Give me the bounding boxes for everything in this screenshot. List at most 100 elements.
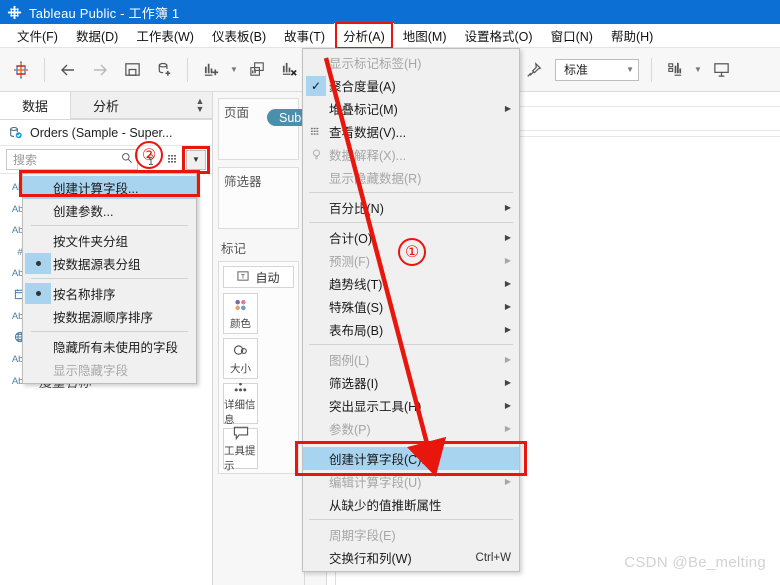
menu-item-forecast[interactable]: 预测(F) ▶ bbox=[303, 249, 519, 272]
data-pane-menu-caret-icon[interactable]: ▼ bbox=[182, 145, 210, 174]
chevron-right-icon: ▶ bbox=[504, 104, 511, 113]
menu-item-show-hidden-data[interactable]: 显示隐藏数据(R) bbox=[303, 166, 519, 189]
menu-item-legends[interactable]: 图例(L) ▶ bbox=[303, 348, 519, 371]
sort-icon[interactable] bbox=[142, 150, 160, 170]
menu-item-cycle-fields[interactable]: 周期字段(E) bbox=[303, 523, 519, 546]
menu-file[interactable]: 文件(F) bbox=[8, 23, 67, 48]
group-list-icon[interactable] bbox=[164, 150, 182, 170]
presentation-mode-icon[interactable] bbox=[706, 55, 736, 85]
data-source-label: Orders (Sample - Super... bbox=[30, 125, 173, 140]
mark-property-grid: 颜色 大小 详细信息 工具提示 bbox=[223, 293, 294, 472]
menu-item-explain-data[interactable]: 数据解释(X)... bbox=[303, 143, 519, 166]
fit-select[interactable]: 标准 ▼ bbox=[555, 58, 639, 81]
pin-icon[interactable] bbox=[519, 55, 549, 85]
new-worksheet-caret-icon[interactable]: ▼ bbox=[228, 55, 240, 85]
data-menu-show-hidden-fields[interactable]: 显示隐藏字段 bbox=[23, 358, 196, 381]
data-menu-hide-all-unused-fields[interactable]: 隐藏所有未使用的字段 bbox=[23, 335, 196, 358]
marks-color-button[interactable]: 颜色 bbox=[223, 293, 258, 334]
tab-analytics[interactable]: 分析 bbox=[70, 92, 142, 119]
menu-separator bbox=[309, 192, 513, 193]
filters-shelf-label: 筛选器 bbox=[224, 175, 262, 189]
lightbulb-icon bbox=[303, 148, 329, 161]
menu-window[interactable]: 窗口(N) bbox=[542, 23, 602, 48]
back-arrow-icon[interactable] bbox=[53, 55, 83, 85]
menu-item-label: 显示隐藏数据(R) bbox=[329, 172, 422, 186]
menu-story[interactable]: 故事(T) bbox=[275, 23, 334, 48]
menu-item-highlighters[interactable]: 突出显示工具(H) ▶ bbox=[303, 394, 519, 417]
chevron-right-icon: ▶ bbox=[504, 424, 511, 433]
menu-item-label: 按数据源顺序排序 bbox=[53, 311, 154, 325]
menu-item-create-calculated-field[interactable]: 创建计算字段(C)... bbox=[295, 441, 527, 476]
menu-item-label: 编辑计算字段(U) bbox=[329, 476, 422, 490]
menu-item-label: 按文件夹分组 bbox=[53, 235, 129, 249]
menu-item-infer-properties[interactable]: 从缺少的值推断属性 bbox=[303, 493, 519, 516]
menu-item-percentage[interactable]: 百分比(N) ▶ bbox=[303, 196, 519, 219]
filters-shelf[interactable]: 筛选器 bbox=[218, 167, 299, 229]
menu-gutter bbox=[23, 283, 53, 304]
window-title-bar: Tableau Public - 工作簿 1 bbox=[0, 0, 780, 24]
tab-spacer bbox=[141, 92, 188, 119]
menu-data[interactable]: 数据(D) bbox=[67, 23, 127, 48]
menu-item-table-layout[interactable]: 表布局(B) ▶ bbox=[303, 318, 519, 341]
marks-color-label: 颜色 bbox=[230, 318, 251, 330]
menu-item-aggregate-measures[interactable]: ✓ 聚合度量(A) bbox=[303, 74, 519, 97]
chevron-right-icon: ▶ bbox=[504, 378, 511, 387]
menu-separator bbox=[31, 331, 188, 332]
marks-detail-button[interactable]: 详细信息 bbox=[223, 382, 258, 426]
marks-tooltip-label: 工具提示 bbox=[224, 444, 256, 472]
clear-sheet-icon[interactable] bbox=[274, 55, 304, 85]
tab-data[interactable]: 数据 bbox=[0, 92, 71, 119]
data-menu-sort-by-datasource-order[interactable]: 按数据源顺序排序 bbox=[23, 305, 196, 328]
marks-tooltip-button[interactable]: 工具提示 bbox=[223, 426, 258, 472]
marks-size-button[interactable]: 大小 bbox=[223, 338, 258, 379]
menu-item-edit-calculated-field[interactable]: 编辑计算字段(U) ▶ bbox=[303, 470, 519, 493]
menu-separator bbox=[31, 278, 188, 279]
up-down-arrows-icon[interactable]: ▲ ▼ bbox=[188, 92, 212, 119]
menu-item-label: 交换行和列(W) bbox=[329, 552, 412, 566]
menu-item-show-mark-labels[interactable]: 显示标记标签(H) bbox=[303, 51, 519, 74]
fit-select-value: 标准 bbox=[564, 63, 589, 77]
save-icon[interactable] bbox=[117, 55, 147, 85]
menu-item-label: 聚合度量(A) bbox=[329, 80, 396, 94]
data-menu-create-parameter[interactable]: 创建参数... bbox=[23, 199, 196, 222]
tableau-home-icon[interactable] bbox=[6, 55, 36, 85]
new-data-source-icon[interactable] bbox=[149, 55, 179, 85]
show-me-icon[interactable] bbox=[660, 55, 690, 85]
data-menu-sort-by-name[interactable]: 按名称排序 bbox=[23, 282, 196, 305]
menu-item-label: 数据解释(X)... bbox=[329, 149, 407, 163]
menu-item-label: 从缺少的值推断属性 bbox=[329, 499, 442, 513]
marks-size-label: 大小 bbox=[230, 363, 251, 375]
duplicate-sheet-icon[interactable] bbox=[242, 55, 272, 85]
menu-item-filters[interactable]: 筛选器(I) ▶ bbox=[303, 371, 519, 394]
menu-map[interactable]: 地图(M) bbox=[394, 23, 456, 48]
chevron-right-icon: ▶ bbox=[504, 203, 511, 212]
search-input[interactable]: 搜索 bbox=[6, 149, 138, 170]
mark-type-select[interactable]: T 自动 bbox=[223, 266, 294, 288]
data-pane-dropdown-menu: 创建计算字段... 创建参数... 按文件夹分组 按数据源表分组 按名称排序 按… bbox=[19, 170, 200, 384]
pages-shelf[interactable]: 页面 bbox=[218, 98, 299, 160]
menu-item-label: 参数(P) bbox=[329, 423, 371, 437]
show-me-caret-icon[interactable]: ▼ bbox=[692, 55, 704, 85]
data-source-item[interactable]: Orders (Sample - Super... bbox=[0, 120, 212, 146]
menu-item-totals[interactable]: 合计(O) ▶ bbox=[303, 226, 519, 249]
new-worksheet-icon[interactable] bbox=[196, 55, 226, 85]
data-menu-group-by-folder[interactable]: 按文件夹分组 bbox=[23, 229, 196, 252]
menu-worksheet[interactable]: 工作表(W) bbox=[127, 23, 203, 48]
menu-item-special-values[interactable]: 特殊值(S) ▶ bbox=[303, 295, 519, 318]
menu-item-parameters[interactable]: 参数(P) ▶ bbox=[303, 417, 519, 440]
menu-item-swap-rows-columns[interactable]: 交换行和列(W) Ctrl+W bbox=[303, 546, 519, 569]
chevron-right-icon: ▶ bbox=[504, 302, 511, 311]
menu-dashboard[interactable]: 仪表板(B) bbox=[203, 23, 275, 48]
svg-text:T: T bbox=[242, 273, 246, 280]
data-menu-create-calculated-field[interactable]: 创建计算字段... bbox=[19, 170, 200, 199]
menu-item-label: 筛选器(I) bbox=[329, 377, 379, 391]
toolbar-divider bbox=[651, 57, 652, 82]
menu-item-trend-lines[interactable]: 趋势线(T) ▶ bbox=[303, 272, 519, 295]
menu-item-view-data[interactable]: 查看数据(V)... bbox=[303, 120, 519, 143]
data-menu-group-by-datasource-table[interactable]: 按数据源表分组 bbox=[23, 252, 196, 275]
menu-item-label: 趋势线(T) bbox=[329, 278, 383, 292]
menu-item-stack-marks[interactable]: 堆叠标记(M) ▶ bbox=[303, 97, 519, 120]
menu-help[interactable]: 帮助(H) bbox=[602, 23, 662, 48]
menu-format[interactable]: 设置格式(O) bbox=[456, 23, 542, 48]
menu-analysis[interactable]: 分析(A) bbox=[334, 22, 394, 49]
